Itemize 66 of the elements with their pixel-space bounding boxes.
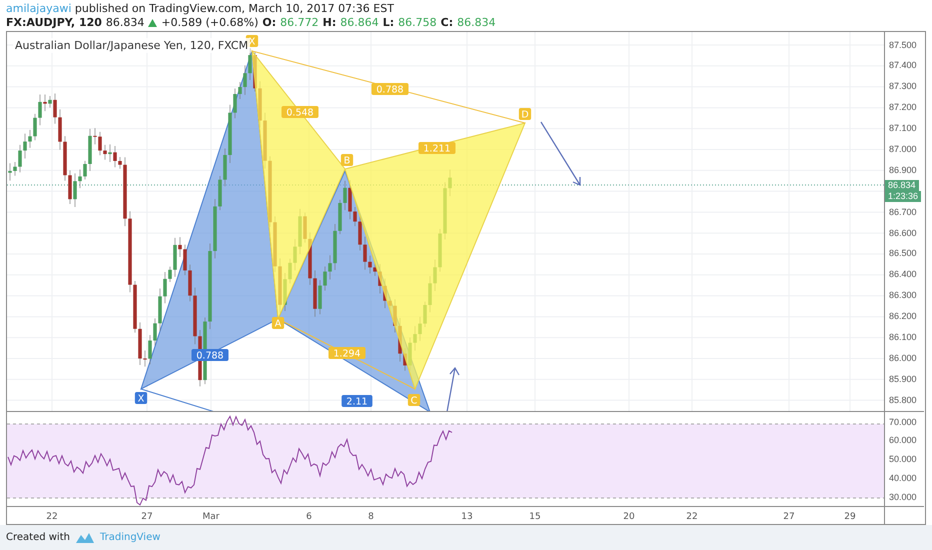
brand-link[interactable]: TradingView	[100, 532, 160, 543]
up-triangle-icon	[148, 19, 158, 27]
time-tick: 27	[141, 512, 153, 522]
price-tick: 87.000	[889, 142, 918, 156]
price-tick: 86.400	[889, 268, 918, 282]
time-tick: 15	[529, 512, 541, 522]
ohlc-label: C:	[440, 16, 454, 30]
time-tick: 6	[306, 512, 312, 522]
price-tick: 87.200	[889, 101, 918, 114]
price-tick: 85.900	[889, 372, 918, 386]
rsi-tick: 70.000	[889, 416, 918, 429]
pattern-label: 1.294	[328, 347, 366, 360]
time-tick: 27	[783, 512, 795, 522]
pattern-label: 2.11	[342, 395, 372, 408]
time-tick: 29	[844, 512, 856, 522]
price-tick: 87.100	[889, 122, 918, 136]
time-tick: 8	[368, 512, 374, 522]
ohlc-label: O:	[262, 16, 276, 30]
logo-icon	[76, 532, 94, 542]
pattern-label: 0.788	[372, 83, 408, 96]
pattern-label: 0.788	[192, 349, 228, 362]
price-tag: 86.834	[885, 180, 919, 192]
chart-legend: Australian Dollar/Japanese Yen, 120, FXCM	[13, 38, 250, 53]
up-arrow-drawing	[446, 366, 460, 411]
price-change: +0.589 (+0.68%)	[161, 16, 258, 30]
rsi-tick: 60.000	[889, 434, 918, 448]
pattern-label: X	[134, 392, 148, 404]
rsi-tick: 40.000	[889, 472, 918, 485]
pattern-label: B	[340, 154, 354, 166]
pattern-label: 1.211	[418, 142, 456, 154]
down-arrow-drawing	[540, 122, 581, 186]
last-price: 86.834	[106, 16, 144, 30]
price-tick: 87.400	[889, 59, 918, 72]
price-tick: 86.300	[889, 289, 918, 302]
symbol-label: FX:AUDJPY, 120	[6, 16, 102, 30]
price-tick: 86.100	[889, 330, 918, 344]
pattern-label: 0.548	[282, 106, 318, 118]
rsi-tick: 30.000	[889, 490, 918, 504]
price-tick: 87.300	[889, 80, 918, 94]
price-tick: 86.200	[889, 310, 918, 324]
rsi-tick: 50.000	[889, 453, 918, 466]
price-tick: 86.500	[889, 247, 918, 260]
time-tick: 22	[46, 512, 58, 522]
price-tick: 86.900	[889, 164, 918, 177]
price-tick: 86.700	[889, 206, 918, 219]
pattern-label: A	[272, 317, 284, 330]
ohlc-label: H:	[322, 16, 336, 30]
price-tick: 86.600	[889, 226, 918, 240]
ohlc-value: 86.772	[280, 16, 319, 30]
author-link[interactable]: amilajayawi	[6, 2, 72, 15]
pattern-label: C	[408, 394, 420, 406]
created-with-text: Created with	[6, 532, 70, 543]
pattern-label: D	[518, 108, 532, 120]
price-tick: 86.000	[889, 352, 918, 365]
time-tick: 22	[686, 512, 698, 522]
price-tick: 87.500	[889, 38, 918, 52]
ohlc-value: 86.758	[398, 16, 437, 30]
time-tick: 13	[461, 512, 473, 522]
time-tick: Mar	[202, 512, 220, 522]
publish-note: amilajayawi published on TradingView.com, March 10, 2017 07:36 EST	[6, 2, 394, 16]
ohlc-label: L:	[382, 16, 394, 30]
time-tick: 20	[623, 512, 635, 522]
ohlc-value: 86.834	[457, 16, 496, 30]
price-tick: 85.800	[889, 394, 918, 407]
countdown-tag: 1:23:36	[885, 191, 922, 202]
ohlc-value: 86.864	[340, 16, 379, 30]
